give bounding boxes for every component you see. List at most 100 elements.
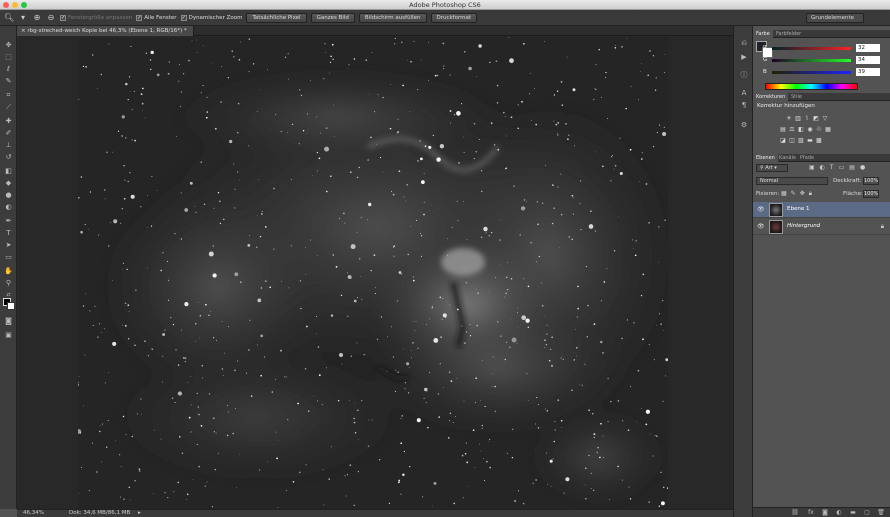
add-mask-icon[interactable]: ◙	[821, 509, 829, 517]
brush-tool-icon[interactable]: ✐	[3, 128, 14, 138]
marquee-tool-icon[interactable]: ⬚	[3, 52, 14, 62]
zoom-in-icon[interactable]: ⊕	[32, 13, 42, 23]
zoom-tool-icon[interactable]: ⚲	[3, 278, 14, 288]
eraser-tool-icon[interactable]: ◧	[3, 166, 14, 176]
status-menu-arrow-icon[interactable]: ▸	[138, 510, 141, 517]
actions-panel-icon[interactable]: ▶	[739, 52, 749, 62]
workspace-select[interactable]: Grundelemente	[806, 13, 864, 23]
image-canvas[interactable]	[78, 37, 668, 509]
tab-adjustments[interactable]: Korrekturen	[753, 93, 789, 101]
fit-window-checkbox[interactable]: ✓ Fenstergröße anpassen	[60, 14, 132, 21]
red-slider[interactable]: R 32	[763, 44, 889, 53]
layer-style-icon[interactable]: fx	[807, 509, 815, 517]
tab-layers[interactable]: Ebenen	[753, 154, 778, 162]
pen-tool-icon[interactable]: ✒	[3, 216, 14, 226]
new-layer-icon[interactable]: ▢	[863, 509, 871, 517]
photo-filter-icon[interactable]: ◉	[806, 126, 814, 134]
black-white-icon[interactable]: ◧	[797, 126, 805, 134]
paint-bucket-icon[interactable]: ◆	[3, 178, 14, 188]
filter-adjust-icon[interactable]: ◐	[820, 164, 830, 171]
filter-shape-icon[interactable]: ▭	[839, 164, 850, 171]
color-spectrum[interactable]	[765, 83, 858, 90]
link-layers-icon[interactable]: ⛓	[791, 509, 799, 517]
fill-screen-button[interactable]: Bildschirm ausfüllen	[358, 12, 427, 23]
filter-type-icon[interactable]: T	[830, 164, 839, 171]
quick-select-tool-icon[interactable]: ✎	[3, 76, 14, 86]
layer-name[interactable]: Hintergrund	[787, 223, 820, 229]
screen-mode-icon[interactable]: ▣	[3, 330, 14, 340]
quick-mask-icon[interactable]: ◙	[3, 316, 14, 326]
lock-position-icon[interactable]: ✥	[800, 190, 809, 197]
tab-styles[interactable]: Stile	[788, 93, 805, 101]
red-track[interactable]	[772, 47, 851, 50]
layer-row[interactable]: 👁︎ Hintergrund 🔒︎	[753, 219, 890, 235]
delete-layer-icon[interactable]: 🗑︎	[877, 509, 885, 517]
threshold-icon[interactable]: ▨	[797, 137, 805, 145]
invert-icon[interactable]: ◪	[779, 137, 787, 145]
tab-paths[interactable]: Pfade	[797, 154, 817, 162]
green-slider[interactable]: G 34	[763, 56, 889, 65]
new-adjustment-icon[interactable]: ◐	[835, 509, 843, 517]
character-panel-icon[interactable]: A	[739, 88, 749, 98]
lock-transparent-icon[interactable]: ▦	[781, 190, 791, 197]
rectangle-tool-icon[interactable]: ▭	[3, 252, 14, 262]
history-brush-icon[interactable]: ↺	[3, 152, 14, 162]
type-tool-icon[interactable]: T	[3, 228, 14, 238]
fill-value[interactable]: 100%	[863, 190, 879, 198]
blend-mode-select[interactable]: Normal	[756, 177, 828, 185]
channel-mixer-icon[interactable]: ♲	[815, 126, 823, 134]
actual-pixels-button[interactable]: Tatsächliche Pixel	[246, 12, 307, 23]
zoom-level[interactable]: 46,34%	[23, 510, 44, 517]
brightness-icon[interactable]: ☀	[785, 115, 793, 123]
lasso-tool-icon[interactable]: ℓ	[3, 64, 14, 74]
paragraph-panel-icon[interactable]: ¶	[739, 100, 749, 110]
blue-value[interactable]: 39	[856, 68, 880, 76]
visibility-eye-icon[interactable]: 👁︎	[757, 206, 765, 213]
zoom-tool-icon[interactable]: 🔍︎	[4, 13, 14, 23]
opacity-value[interactable]: 100%	[863, 177, 879, 185]
dodge-tool-icon[interactable]: ◐	[3, 202, 14, 212]
tab-swatches[interactable]: Farbfelder	[773, 30, 804, 38]
layer-name[interactable]: Ebene 1	[787, 206, 809, 212]
healing-brush-icon[interactable]: ✚	[3, 116, 14, 126]
filter-smart-icon[interactable]: ▤	[849, 164, 860, 171]
blur-tool-icon[interactable]: ●	[3, 190, 14, 200]
path-select-icon[interactable]: ➤	[3, 240, 14, 250]
lock-pixels-icon[interactable]: ✎	[791, 190, 800, 197]
tool-presets-icon[interactable]: ⚙	[739, 120, 749, 130]
curves-icon[interactable]: ⌇	[803, 115, 811, 123]
selective-color-icon[interactable]: ▩	[815, 137, 823, 145]
lock-all-icon[interactable]: 🔒︎	[809, 190, 816, 197]
color-balance-icon[interactable]: ⚖	[788, 126, 796, 134]
blue-slider[interactable]: B 39	[763, 68, 889, 77]
layer-row[interactable]: 👁︎ Ebene 1	[753, 202, 890, 218]
fit-screen-button[interactable]: Ganzes Bild	[310, 12, 355, 23]
hand-tool-icon[interactable]: ✋	[3, 266, 14, 276]
clone-stamp-icon[interactable]: ⊥	[3, 140, 14, 150]
document-tab[interactable]: × rbg-streched-weich Kopie bei 46,3% (Eb…	[17, 26, 194, 36]
posterize-icon[interactable]: ◫	[788, 137, 796, 145]
levels-icon[interactable]: ▥	[794, 115, 802, 123]
print-size-button[interactable]: Druckformat	[430, 12, 478, 23]
green-value[interactable]: 34	[856, 56, 880, 64]
scrubby-zoom-checkbox[interactable]: ✓ Dynamischer Zoom	[180, 14, 242, 21]
move-tool-icon[interactable]: ✥	[3, 40, 14, 50]
gradient-map-icon[interactable]: ▬	[806, 137, 814, 145]
filter-toggle-icon[interactable]: ●	[860, 164, 870, 171]
exposure-icon[interactable]: ◩	[812, 115, 820, 123]
hue-saturation-icon[interactable]: ▤	[779, 126, 787, 134]
visibility-eye-icon[interactable]: 👁︎	[757, 223, 765, 230]
info-panel-icon[interactable]: ⓘ	[739, 70, 749, 80]
tab-channels[interactable]: Kanäle	[776, 154, 799, 162]
background-color-swatch[interactable]	[7, 302, 15, 310]
vibrance-icon[interactable]: ▽	[821, 115, 829, 123]
history-panel-icon[interactable]: ⎌	[739, 38, 749, 48]
tab-color[interactable]: Farbe	[753, 30, 773, 38]
crop-tool-icon[interactable]: ⌗	[3, 90, 14, 100]
zoom-out-icon[interactable]: ⊖	[46, 13, 56, 23]
all-windows-checkbox[interactable]: ✓ Alle Fenster	[136, 14, 177, 21]
color-lookup-icon[interactable]: ▦	[824, 126, 832, 134]
eyedropper-tool-icon[interactable]: ⟋	[3, 102, 14, 112]
new-group-icon[interactable]: ▬	[849, 509, 857, 517]
filter-pixel-icon[interactable]: ▣	[809, 164, 820, 171]
